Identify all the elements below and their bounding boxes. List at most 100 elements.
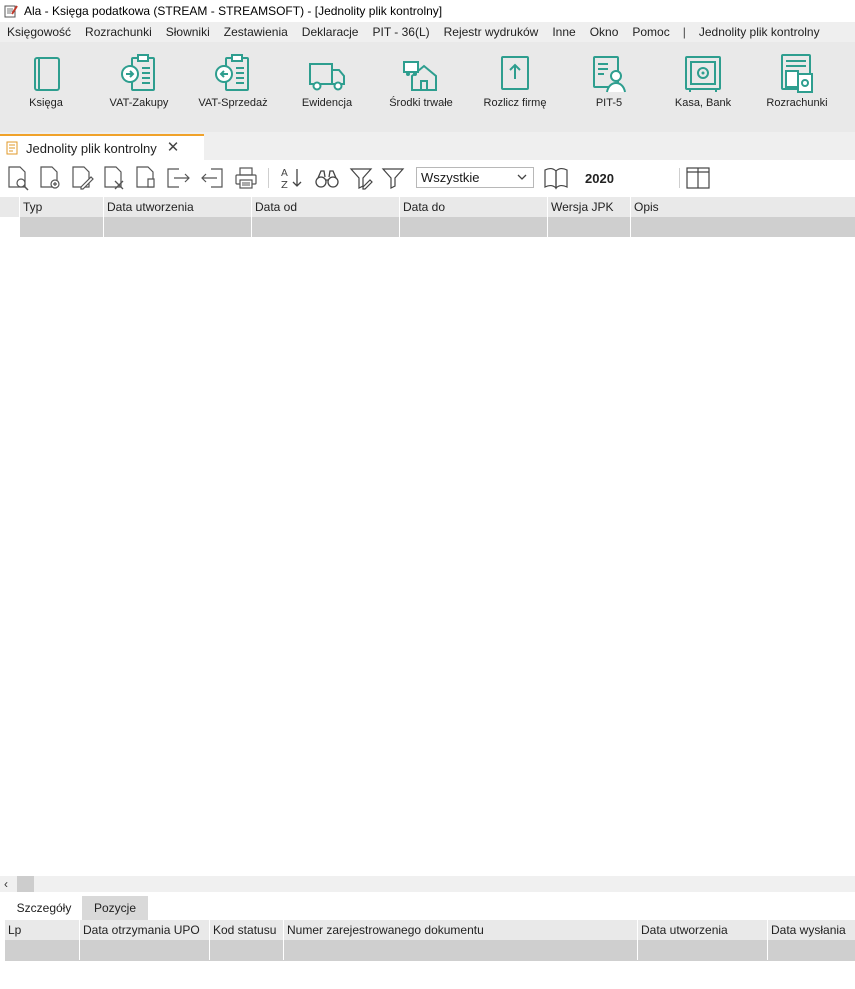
column-header-wersja-jpk[interactable]: Wersja JPK [547, 197, 631, 217]
copy-document-icon [136, 166, 155, 188]
svg-text:A: A [281, 168, 288, 179]
safe-icon [685, 56, 721, 92]
person-document-icon [593, 56, 626, 93]
ribbon-label: Rozlicz firmę [483, 97, 547, 109]
print-button[interactable] [233, 165, 259, 191]
app-icon [4, 5, 18, 18]
tab-label: Jednolity plik kontrolny [26, 140, 157, 156]
import-icon [201, 168, 223, 188]
filter-button[interactable] [380, 165, 406, 191]
horizontal-scrollbar[interactable]: ‹ [0, 876, 855, 892]
columns-button[interactable] [685, 165, 711, 191]
period-filter-select[interactable]: Wszystkie [416, 167, 534, 188]
document-icon [6, 141, 18, 155]
detail-table-row[interactable] [5, 940, 855, 961]
menu-deklaracje[interactable]: Deklaracje [295, 25, 366, 39]
tab-pozycje[interactable]: Pozycje [82, 896, 148, 920]
ribbon-button-pit5[interactable]: PIT-5 [569, 42, 649, 132]
ribbon-label: VAT-Sprzedaż [198, 97, 268, 109]
column-header-data-utworzenia[interactable]: Data utworzenia [637, 920, 768, 940]
menu-okno[interactable]: Okno [583, 25, 626, 39]
ribbon-button-srodki-trwale[interactable]: Środki trwałe [381, 42, 461, 132]
filter-icon [381, 168, 405, 189]
edit-document-icon [72, 166, 94, 190]
column-header-data-wyslania[interactable]: Data wysłania [767, 920, 855, 940]
title-bar: Ala - Księga podatkowa (STREAM - STREAMS… [0, 0, 855, 22]
menu-bar: Księgowość Rozrachunki Słowniki Zestawie… [0, 22, 855, 42]
import-button[interactable] [199, 165, 225, 191]
menu-rozrachunki[interactable]: Rozrachunki [78, 25, 159, 39]
export-button[interactable] [165, 165, 191, 191]
scrollbar-thumb[interactable] [17, 876, 34, 892]
table-cell [79, 940, 210, 960]
printer-icon [235, 167, 257, 189]
settlements-icon [781, 54, 813, 93]
menu-ksiegowosc[interactable]: Księgowość [0, 25, 78, 39]
close-icon[interactable]: ✕ [167, 140, 180, 155]
sort-az-icon: A Z [281, 168, 302, 191]
ribbon-label: Środki trwałe [389, 97, 453, 109]
menu-inne[interactable]: Inne [545, 25, 582, 39]
chevron-down-icon [517, 174, 527, 180]
menu-slowniki[interactable]: Słowniki [159, 25, 217, 39]
window-title: Ala - Księga podatkowa (STREAM - STREAMS… [24, 4, 443, 18]
preview-document-icon [8, 166, 29, 191]
tab-jednolity-plik-kontrolny[interactable]: Jednolity plik kontrolny ✕ [0, 134, 204, 160]
open-book-icon [544, 168, 568, 190]
period-filter-value: Wszystkie [421, 170, 480, 185]
ribbon-button-kasa-bank[interactable]: Kasa, Bank [663, 42, 743, 132]
book-icon [34, 57, 60, 91]
book-view-button[interactable] [543, 165, 571, 191]
menu-pit36[interactable]: PIT - 36(L) [365, 25, 436, 39]
column-header-kod-statusu[interactable]: Kod statusu [209, 920, 284, 940]
column-header-data-otrzymania-upo[interactable]: Data otrzymania UPO [79, 920, 210, 940]
menu-rejestr-wydrukow[interactable]: Rejestr wydruków [437, 25, 546, 39]
toolbar-separator [268, 168, 269, 188]
ribbon: Księga VAT-Zakupy VAT-Sprzedaż Ewidencja [0, 42, 855, 132]
year-value: 2020 [585, 171, 614, 186]
table-cell [767, 940, 855, 960]
table-row[interactable] [0, 217, 855, 237]
column-header-numer-zarejestrowanego-dokumentu[interactable]: Numer zarejestrowanego dokumentu [283, 920, 638, 940]
scroll-left-icon[interactable]: ‹ [4, 877, 8, 891]
add-button[interactable] [37, 165, 63, 191]
ribbon-button-ewidencja[interactable]: Ewidencja [287, 42, 367, 132]
ribbon-label: VAT-Zakupy [109, 97, 169, 109]
preview-button[interactable] [5, 165, 31, 191]
tab-szczegoly[interactable]: Szczegóły [8, 896, 80, 920]
ribbon-label: Ewidencja [301, 97, 353, 109]
main-grid-header: Typ Data utworzenia Data od Data do Wers… [0, 197, 855, 217]
row-indicator-header [0, 197, 20, 217]
fixed-assets-icon [403, 61, 437, 91]
column-header-data-od[interactable]: Data od [251, 197, 400, 217]
vat-purchase-icon [121, 54, 155, 91]
table-cell [209, 940, 284, 960]
edit-button[interactable] [69, 165, 95, 191]
column-header-data-do[interactable]: Data do [399, 197, 548, 217]
ribbon-label: PIT-5 [595, 97, 623, 109]
ribbon-button-ksiega[interactable]: Księga [6, 42, 86, 132]
column-header-opis[interactable]: Opis [630, 197, 855, 217]
ribbon-button-vat-sprzedaz[interactable]: VAT-Sprzedaż [193, 42, 273, 132]
filter-edit-button[interactable] [348, 165, 374, 191]
copy-button[interactable] [133, 165, 159, 191]
ribbon-label: Rozrachunki [766, 97, 828, 109]
table-cell [103, 217, 252, 237]
ribbon-button-rozrachunki[interactable]: Rozrachunki [757, 42, 837, 132]
ribbon-button-vat-zakupy[interactable]: VAT-Zakupy [99, 42, 179, 132]
menu-pomoc[interactable]: Pomoc [625, 25, 676, 39]
vat-sale-icon [215, 54, 249, 91]
ribbon-button-rozlicz-firme[interactable]: Rozlicz firmę [475, 42, 555, 132]
column-header-typ[interactable]: Typ [19, 197, 104, 217]
delete-button[interactable] [101, 165, 127, 191]
menu-zestawienia[interactable]: Zestawienia [217, 25, 295, 39]
detail-tabs: Szczegóły Pozycje [0, 896, 855, 920]
column-header-data-utworzenia[interactable]: Data utworzenia [103, 197, 252, 217]
columns-icon [686, 167, 710, 189]
table-cell [399, 217, 548, 237]
column-header-lp[interactable]: Lp [5, 920, 80, 940]
menu-context-jpk[interactable]: Jednolity plik kontrolny [692, 25, 827, 39]
table-cell [283, 940, 638, 960]
sort-button[interactable]: A Z [279, 165, 305, 191]
search-button[interactable] [314, 165, 340, 191]
